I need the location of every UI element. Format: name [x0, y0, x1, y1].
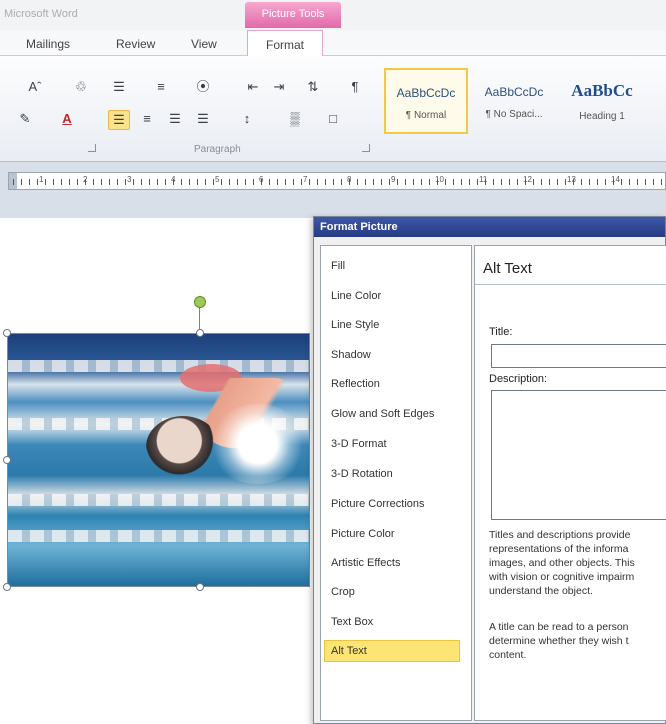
resize-handle-n[interactable] [196, 329, 204, 337]
ruler-number: 6 [259, 175, 264, 184]
multilevel-list-icon[interactable]: ⦿ [192, 78, 214, 98]
ruler-number: 3 [127, 175, 132, 184]
ruler-number: 13 [567, 175, 576, 184]
align-left-icon[interactable]: ☰ [108, 110, 130, 130]
alt-title-field[interactable] [491, 344, 666, 368]
category-alt-text[interactable]: Alt Text [324, 640, 460, 662]
style-name: Heading 1 [579, 111, 625, 122]
app-title: Microsoft Word [4, 8, 78, 20]
water-splash [208, 404, 308, 484]
word-window: Microsoft Word Picture Tools Mailings Re… [0, 0, 666, 724]
font-dialog-launcher-icon[interactable] [88, 144, 96, 152]
style-no-spacing[interactable]: AaBbCcDc ¶ No Spaci... [472, 68, 556, 134]
style-name: ¶ No Spaci... [485, 109, 543, 120]
resize-handle-w[interactable] [3, 456, 11, 464]
category-picture-color[interactable]: Picture Color [331, 528, 395, 540]
highlight-color-icon[interactable]: ✎ [14, 110, 36, 130]
alt-text-help-2: A title can be read to a person determin… [489, 621, 629, 661]
ruler-number: 9 [391, 175, 396, 184]
justify-icon[interactable]: ☰ [192, 110, 214, 130]
horizontal-ruler[interactable]: 1 2 3 4 5 6 7 8 9 10 11 12 13 14 [8, 172, 666, 190]
ruler-number: 2 [83, 175, 88, 184]
center-icon[interactable]: ≡ [136, 110, 158, 130]
category-list: Fill Line Color Line Style Shadow Reflec… [320, 245, 472, 721]
category-artistic-effects[interactable]: Artistic Effects [331, 557, 400, 569]
alt-description-field[interactable] [491, 390, 666, 520]
borders-icon[interactable]: □ [322, 110, 344, 130]
ribbon-tabs: Mailings Review View Format [0, 30, 666, 56]
category-reflection[interactable]: Reflection [331, 378, 380, 390]
category-3d-format[interactable]: 3-D Format [331, 438, 387, 450]
align-right-icon[interactable]: ☰ [164, 110, 186, 130]
numbering-icon[interactable]: ≡ [150, 78, 172, 98]
ruler-number: 10 [435, 175, 444, 184]
title-label: Title: [489, 326, 513, 338]
alt-text-help-1: Titles and descriptions provide represen… [489, 529, 635, 597]
style-sample: AaBbCc [571, 81, 633, 100]
category-3d-rotation[interactable]: 3-D Rotation [331, 468, 393, 480]
paragraph-group-label: Paragraph [194, 144, 241, 155]
ruler-number: 5 [215, 175, 220, 184]
category-picture-corrections[interactable]: Picture Corrections [331, 498, 425, 510]
resize-handle-nw[interactable] [3, 329, 11, 337]
dialog-title: Format Picture [314, 217, 665, 237]
pane-divider [475, 284, 666, 285]
category-line-style[interactable]: Line Style [331, 319, 379, 331]
tab-mailings[interactable]: Mailings [26, 37, 70, 51]
font-color-icon[interactable]: A [56, 110, 78, 130]
category-glow-soft-edges[interactable]: Glow and Soft Edges [331, 408, 434, 420]
title-bar: Microsoft Word Picture Tools [0, 0, 666, 30]
ruler-number: 8 [347, 175, 352, 184]
sort-icon[interactable]: ⇅ [302, 78, 324, 98]
ruler-number: 1 [39, 175, 44, 184]
description-label: Description: [489, 373, 548, 385]
style-sample: AaBbCcDc [396, 86, 456, 100]
lane-rope [8, 360, 309, 372]
style-normal[interactable]: AaBbCcDc ¶ Normal [384, 68, 468, 134]
resize-handle-s[interactable] [196, 583, 204, 591]
paragraph-dialog-launcher-icon[interactable] [362, 144, 370, 152]
category-crop[interactable]: Crop [331, 586, 355, 598]
line-spacing-icon[interactable]: ↕ [236, 110, 258, 130]
decrease-indent-icon[interactable]: ⇤ [242, 78, 264, 98]
alt-text-pane: Alt Text Title: Description: Titles and … [474, 245, 666, 721]
pane-title: Alt Text [483, 260, 532, 277]
category-line-color[interactable]: Line Color [331, 290, 381, 302]
category-text-box[interactable]: Text Box [331, 616, 373, 628]
category-shadow[interactable]: Shadow [331, 349, 371, 361]
ruler-area: 1 2 3 4 5 6 7 8 9 10 11 12 13 14 [0, 162, 666, 218]
rotate-handle-icon[interactable] [194, 296, 206, 308]
ruler-number: 11 [479, 175, 488, 184]
style-sample: AaBbCcDc [484, 85, 544, 99]
tab-format[interactable]: Format [247, 30, 324, 56]
increase-indent-icon[interactable]: ⇥ [268, 78, 290, 98]
grow-font-icon[interactable]: Aˆ [20, 78, 50, 98]
ruler-number: 12 [523, 175, 532, 184]
style-heading-1[interactable]: AaBbCc Heading 1 [560, 68, 644, 134]
ruler-number: 7 [303, 175, 308, 184]
clear-formatting-icon[interactable]: ♲ [66, 78, 96, 98]
shading-icon[interactable]: ▒ [284, 110, 306, 130]
picture-tools-context-tab[interactable]: Picture Tools [245, 2, 341, 28]
ruler-number: 4 [171, 175, 176, 184]
style-name: ¶ Normal [405, 110, 447, 121]
swimmer-head [146, 416, 220, 478]
bullets-icon[interactable]: ☰ [108, 78, 130, 98]
tab-view[interactable]: View [191, 37, 217, 51]
swimmer-picture[interactable] [7, 333, 310, 587]
tab-review[interactable]: Review [116, 37, 155, 51]
format-picture-dialog: Format Picture Fill Line Color Line Styl… [313, 216, 666, 724]
resize-handle-sw[interactable] [3, 583, 11, 591]
lane-rope [8, 494, 309, 506]
ribbon: Aˆ ♲ ✎ A ☰ ≡ ⦿ ⇤ ⇥ ⇅ ¶ ☰ ≡ ☰ ☰ ↕ ▒ □ Par… [0, 56, 666, 162]
category-fill[interactable]: Fill [331, 260, 345, 272]
show-formatting-icon[interactable]: ¶ [344, 78, 366, 98]
ruler-number: 14 [611, 175, 620, 184]
lane-rope [8, 530, 309, 542]
